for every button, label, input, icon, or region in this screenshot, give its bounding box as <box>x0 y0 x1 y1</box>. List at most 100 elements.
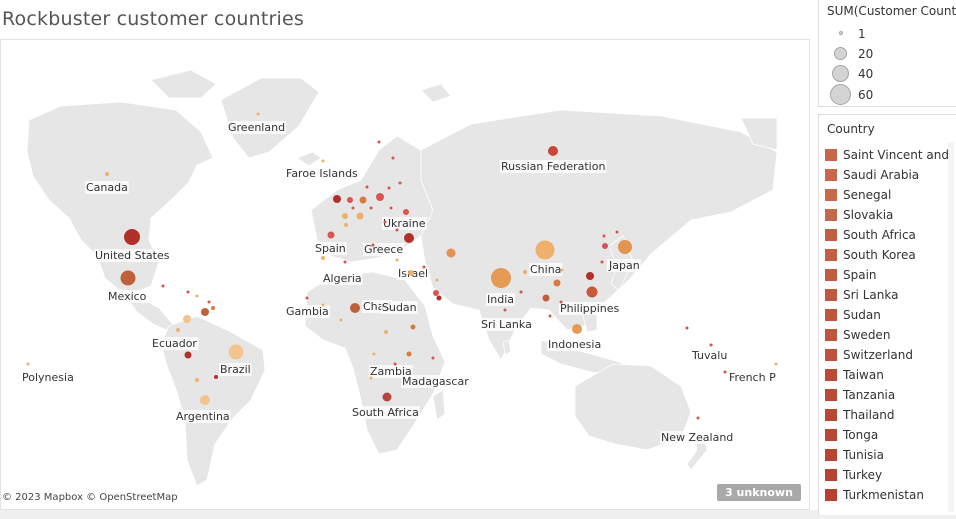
marker-united-states[interactable] <box>124 229 140 245</box>
marker-small[interactable] <box>369 206 373 210</box>
marker-russian-federation[interactable] <box>548 146 558 156</box>
marker-small[interactable] <box>410 324 416 330</box>
country-legend-item[interactable]: Saudi Arabia <box>819 165 949 185</box>
marker-small[interactable] <box>709 343 713 347</box>
marker-brazil[interactable] <box>228 344 244 360</box>
marker-china[interactable] <box>535 240 555 260</box>
marker-small[interactable] <box>305 296 309 300</box>
marker-small[interactable] <box>391 156 395 160</box>
marker-spain-dot[interactable] <box>327 231 335 239</box>
marker-small[interactable] <box>696 416 700 420</box>
marker-small[interactable] <box>406 351 412 357</box>
marker-small[interactable] <box>377 140 381 144</box>
marker-small[interactable] <box>389 206 393 210</box>
marker-philippines[interactable] <box>586 286 598 298</box>
marker-small[interactable] <box>186 290 190 294</box>
marker-italy[interactable] <box>356 212 364 220</box>
marker-small[interactable] <box>383 220 387 224</box>
map-attribution[interactable]: © 2023 Mapbox © OpenStreetMap <box>2 492 178 503</box>
marker-japan[interactable] <box>618 240 632 254</box>
marker-mexico[interactable] <box>120 270 136 286</box>
marker-small[interactable] <box>211 306 215 310</box>
marker-turkey[interactable] <box>404 233 414 243</box>
map-canvas[interactable]: Greenland Canada United States Mexico Ec… <box>1 40 809 509</box>
marker-small[interactable] <box>384 330 388 334</box>
marker-india[interactable] <box>491 268 511 288</box>
marker-argentina[interactable] <box>200 395 210 405</box>
marker-small[interactable] <box>344 223 348 227</box>
marker-small[interactable] <box>369 376 373 380</box>
marker-small[interactable] <box>339 318 343 322</box>
marker-peru[interactable] <box>184 351 192 359</box>
marker-egypt[interactable] <box>408 270 414 276</box>
marker-ukraine-dot[interactable] <box>403 209 409 215</box>
marker-south-africa[interactable] <box>382 392 392 402</box>
country-legend-item[interactable]: Switzerland <box>819 345 949 365</box>
marker-small[interactable] <box>422 265 426 269</box>
marker-small[interactable] <box>559 300 563 304</box>
marker-small[interactable] <box>321 256 325 260</box>
marker-small[interactable] <box>176 328 180 332</box>
marker-small[interactable] <box>343 260 347 264</box>
marker-small[interactable] <box>371 243 375 247</box>
marker-small[interactable] <box>195 378 199 382</box>
country-legend-item[interactable]: Saint Vincent and .. <box>819 145 949 165</box>
marker-poland[interactable] <box>376 193 384 201</box>
country-legend-item[interactable]: Taiwan <box>819 365 949 385</box>
country-color-legend[interactable]: Country Saint Vincent and .. Saudi Arabia… <box>818 114 956 515</box>
marker-nigeria[interactable] <box>350 303 360 313</box>
marker-small[interactable] <box>519 290 523 294</box>
marker-small[interactable] <box>723 370 727 374</box>
marker-small[interactable] <box>398 181 402 185</box>
marker-small[interactable] <box>435 278 439 282</box>
country-legend-item[interactable]: Thailand <box>819 405 949 425</box>
marker-thailand[interactable] <box>542 294 550 302</box>
country-legend-item[interactable]: Sweden <box>819 325 949 345</box>
marker-small[interactable] <box>685 326 689 330</box>
marker-small[interactable] <box>351 206 355 210</box>
marker-indonesia[interactable] <box>572 324 582 334</box>
marker-small[interactable] <box>560 268 564 272</box>
marker-small[interactable] <box>431 356 435 360</box>
marker-small[interactable] <box>207 300 211 304</box>
country-legend-item[interactable]: Spain <box>819 265 949 285</box>
marker-small[interactable] <box>321 303 325 307</box>
marker-small[interactable] <box>393 362 397 366</box>
marker-small[interactable] <box>523 270 527 274</box>
marker-taiwan[interactable] <box>586 272 594 280</box>
marker-small[interactable] <box>195 294 199 298</box>
marker-colombia[interactable] <box>183 315 191 323</box>
marker-venezuela[interactable] <box>201 308 209 316</box>
country-legend-item[interactable]: Slovakia <box>819 205 949 225</box>
country-legend-item[interactable]: Tanzania <box>819 385 949 405</box>
country-legend-item[interactable]: South Korea <box>819 245 949 265</box>
marker-small[interactable] <box>321 159 325 163</box>
marker-small[interactable] <box>365 185 369 189</box>
marker-small[interactable] <box>26 362 30 366</box>
country-legend-item[interactable]: South Africa <box>819 225 949 245</box>
marker-small[interactable] <box>774 362 778 366</box>
country-legend-item[interactable]: Tonga <box>819 425 949 445</box>
legend-scrollbar[interactable] <box>948 142 954 512</box>
marker-small[interactable] <box>602 234 606 238</box>
marker-small[interactable] <box>372 352 376 356</box>
country-legend-item[interactable]: Sri Lanka <box>819 285 949 305</box>
marker-germany[interactable] <box>359 196 367 204</box>
marker-vietnam[interactable] <box>553 279 561 287</box>
marker-small[interactable] <box>256 112 260 116</box>
marker-small[interactable] <box>214 375 218 379</box>
marker-iran[interactable] <box>446 248 456 258</box>
world-map[interactable]: Greenland Canada United States Mexico Ec… <box>0 39 810 510</box>
marker-south-korea[interactable] <box>602 243 608 249</box>
marker-saudi-arabia[interactable] <box>433 290 439 296</box>
marker-small[interactable] <box>600 260 604 264</box>
marker-small[interactable] <box>395 228 399 232</box>
marker-uk[interactable] <box>347 197 353 203</box>
marker-small[interactable] <box>503 308 507 312</box>
unknown-locations-badge[interactable]: 3 unknown <box>717 484 801 501</box>
marker-netherlands[interactable] <box>342 213 348 219</box>
country-legend-item[interactable]: Turkey <box>819 465 949 485</box>
country-legend-item[interactable]: Turkmenistan <box>819 485 949 505</box>
marker-small[interactable] <box>161 284 165 288</box>
country-legend-item[interactable]: Sudan <box>819 305 949 325</box>
